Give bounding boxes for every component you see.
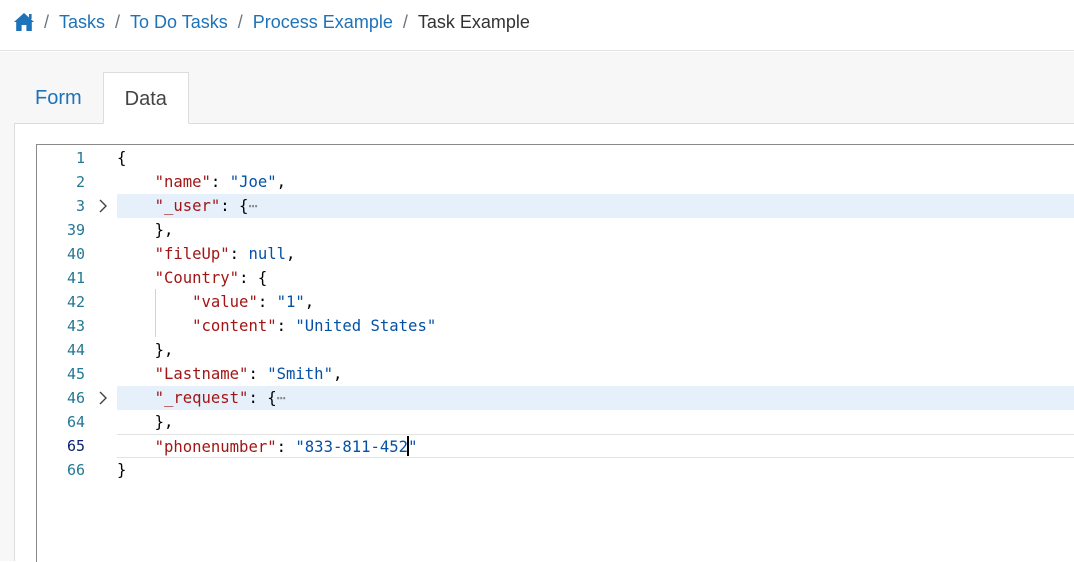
- code-line[interactable]: 45 "Lastname": "Smith",: [37, 362, 1074, 386]
- code-text[interactable]: "name": "Joe",: [117, 170, 1074, 194]
- code-line[interactable]: 66 }: [37, 458, 1074, 482]
- line-number: 2: [75, 173, 85, 191]
- line-number: 44: [66, 341, 85, 359]
- json-value: "1": [276, 293, 305, 311]
- code-line[interactable]: 43 "content": "United States": [37, 314, 1074, 338]
- code-text[interactable]: "_user": {⋯: [117, 194, 1074, 218]
- json-key: "Lastname": [154, 365, 249, 383]
- code-text[interactable]: }: [117, 458, 1074, 482]
- line-number: 1: [75, 149, 85, 167]
- breadcrumb-separator: /: [44, 12, 50, 32]
- code-line-current[interactable]: 65 "phonenumber": "833-811-452": [37, 434, 1074, 458]
- json-key: "name": [154, 173, 211, 191]
- code-line[interactable]: 39 },: [37, 218, 1074, 242]
- code-text[interactable]: "Lastname": "Smith",: [117, 362, 1074, 386]
- breadcrumb-link-process-example[interactable]: Process Example: [253, 12, 393, 33]
- line-number: 39: [66, 221, 85, 239]
- line-number: 66: [66, 461, 85, 479]
- line-number: 40: [66, 245, 85, 263]
- home-icon[interactable]: [13, 12, 35, 32]
- tab-bar: Form Data: [14, 72, 189, 124]
- json-value: "United States": [295, 317, 437, 335]
- code-line[interactable]: 44 },: [37, 338, 1074, 362]
- code-text[interactable]: "_request": {⋯: [117, 386, 1074, 410]
- chevron-right-icon[interactable]: [96, 390, 110, 406]
- code-line[interactable]: 2 "name": "Joe",: [37, 170, 1074, 194]
- line-number: 3: [75, 197, 85, 215]
- line-number: 45: [66, 365, 85, 383]
- code-text[interactable]: },: [117, 338, 1074, 362]
- code-text[interactable]: "fileUp": null,: [117, 242, 1074, 266]
- code-text[interactable]: {: [117, 146, 1074, 170]
- json-key: "value": [192, 293, 258, 311]
- code-text[interactable]: "content": "United States": [117, 314, 1074, 338]
- code-line-folded[interactable]: 46 "_request": {⋯: [37, 386, 1074, 410]
- code-text[interactable]: "phonenumber": "833-811-452": [117, 434, 1074, 458]
- json-value: "833-811-452: [295, 438, 409, 456]
- folded-ellipsis[interactable]: ⋯: [277, 389, 286, 407]
- breadcrumb-separator: /: [237, 12, 243, 32]
- code-line[interactable]: 1 {: [37, 146, 1074, 170]
- line-number: 41: [66, 269, 85, 287]
- code-line-folded[interactable]: 3 "_user": {⋯: [37, 194, 1074, 218]
- json-key: "Country": [154, 269, 240, 287]
- breadcrumb-separator: /: [402, 12, 408, 32]
- json-value: null: [248, 245, 287, 263]
- code-line[interactable]: 64 },: [37, 410, 1074, 434]
- chevron-right-icon[interactable]: [96, 198, 110, 214]
- content-area: Form Data 1 { 2 "name": "Joe", 3 "_user"…: [0, 52, 1074, 562]
- json-key: "phonenumber": [154, 438, 277, 456]
- json-code-editor[interactable]: 1 { 2 "name": "Joe", 3 "_user": {⋯ 39 },: [36, 144, 1074, 562]
- json-value: "Smith": [267, 365, 333, 383]
- code-text[interactable]: "Country": {: [117, 266, 1074, 290]
- json-key: "_user": [154, 197, 221, 215]
- breadcrumb: / Tasks / To Do Tasks / Process Example …: [0, 0, 1074, 51]
- code-text[interactable]: },: [117, 410, 1074, 434]
- code-text[interactable]: },: [117, 218, 1074, 242]
- code-line[interactable]: 40 "fileUp": null,: [37, 242, 1074, 266]
- line-number: 43: [66, 317, 85, 335]
- line-number: 64: [66, 413, 85, 431]
- tab-form[interactable]: Form: [14, 72, 103, 124]
- breadcrumb-link-tasks[interactable]: Tasks: [59, 12, 105, 33]
- code-line[interactable]: 42 "value": "1",: [37, 290, 1074, 314]
- breadcrumb-link-to-do-tasks[interactable]: To Do Tasks: [130, 12, 228, 33]
- breadcrumb-current-page: Task Example: [417, 12, 530, 32]
- code-line[interactable]: 41 "Country": {: [37, 266, 1074, 290]
- line-number: 42: [66, 293, 85, 311]
- breadcrumb-separator: /: [115, 12, 121, 32]
- folded-ellipsis[interactable]: ⋯: [248, 197, 257, 215]
- json-value: "Joe": [229, 173, 277, 191]
- json-value-end: ": [408, 438, 418, 456]
- json-key: "_request": [154, 389, 249, 407]
- tab-data[interactable]: Data: [102, 72, 189, 124]
- json-key: "fileUp": [154, 245, 230, 263]
- tab-panel-data: 1 { 2 "name": "Joe", 3 "_user": {⋯ 39 },: [14, 123, 1074, 562]
- line-number: 65: [66, 437, 85, 455]
- json-key: "content": [192, 317, 277, 335]
- line-number: 46: [66, 389, 85, 407]
- code-text[interactable]: "value": "1",: [117, 290, 1074, 314]
